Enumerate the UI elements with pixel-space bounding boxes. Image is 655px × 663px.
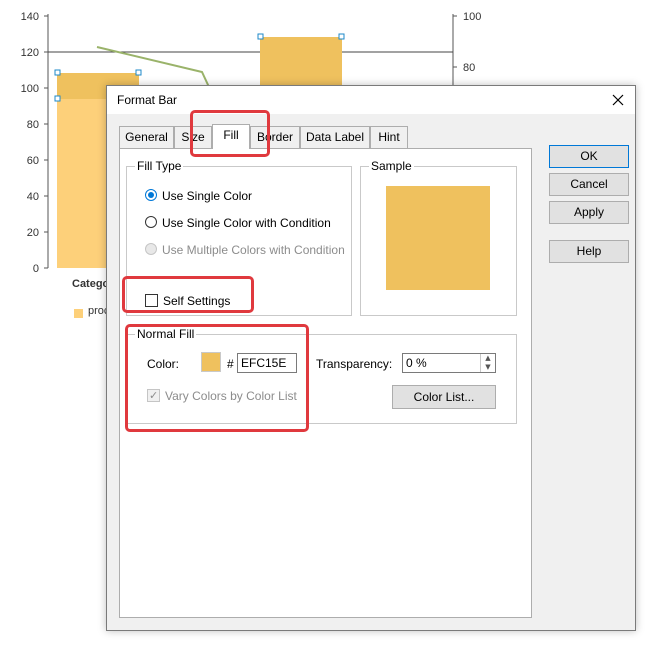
left-tick-label: 140 xyxy=(21,11,39,23)
transparency-label: Transparency: xyxy=(316,357,393,371)
spinner-arrows-icon[interactable]: ▲ ▼ xyxy=(480,354,495,372)
help-button[interactable]: Help xyxy=(549,240,629,263)
right-tick-label: 80 xyxy=(463,62,475,74)
radio-label: Use Multiple Colors with Condition xyxy=(162,243,345,257)
sample-title: Sample xyxy=(369,159,414,173)
radio-button xyxy=(145,243,157,255)
left-tick-label: 120 xyxy=(21,47,39,59)
sample-swatch xyxy=(386,186,490,290)
left-tick-label: 20 xyxy=(27,227,39,239)
color-list-button[interactable]: Color List... xyxy=(392,385,496,409)
highlight-normal-fill xyxy=(125,324,309,432)
left-tick-label: 100 xyxy=(21,83,39,95)
left-tick-label: 60 xyxy=(27,155,39,167)
highlight-self-settings xyxy=(122,276,254,313)
radio-use-multiple-colors-condition: Use Multiple Colors with Condition xyxy=(145,242,345,258)
category-label: Catego xyxy=(72,278,110,290)
fill-type-title: Fill Type xyxy=(135,159,184,173)
ok-button[interactable]: OK xyxy=(549,145,629,168)
sample-group: Sample xyxy=(360,159,517,316)
selection-handle[interactable] xyxy=(135,69,142,76)
tab-data-label[interactable]: Data Label xyxy=(300,126,370,148)
radio-use-single-color-condition[interactable]: Use Single Color with Condition xyxy=(145,215,345,231)
tab-general[interactable]: General xyxy=(119,126,174,148)
left-tick-label: 40 xyxy=(27,191,39,203)
legend-swatch xyxy=(74,309,83,318)
transparency-spinner[interactable]: 0 % ▲ ▼ xyxy=(402,353,496,373)
radio-button[interactable] xyxy=(145,189,157,201)
dialog-title: Format Bar xyxy=(117,93,178,107)
title-bar: Format Bar xyxy=(107,86,635,114)
radio-label: Use Single Color xyxy=(162,189,253,203)
radio-button[interactable] xyxy=(145,216,157,228)
transparency-value: 0 % xyxy=(406,356,427,370)
tab-hint[interactable]: Hint xyxy=(370,126,408,148)
cancel-button[interactable]: Cancel xyxy=(549,173,629,196)
right-tick-label: 100 xyxy=(463,11,481,23)
selection-handle[interactable] xyxy=(257,33,264,40)
radio-use-single-color[interactable]: Use Single Color xyxy=(145,188,345,204)
tab-fill[interactable]: Fill xyxy=(212,124,250,149)
apply-button[interactable]: Apply xyxy=(549,201,629,224)
selection-handle[interactable] xyxy=(54,95,61,102)
selection-handle[interactable] xyxy=(54,69,61,76)
left-tick-label: 80 xyxy=(27,119,39,131)
selection-handle[interactable] xyxy=(338,33,345,40)
left-tick-label: 0 xyxy=(33,263,39,275)
close-icon[interactable] xyxy=(607,89,629,111)
radio-label: Use Single Color with Condition xyxy=(162,216,331,230)
